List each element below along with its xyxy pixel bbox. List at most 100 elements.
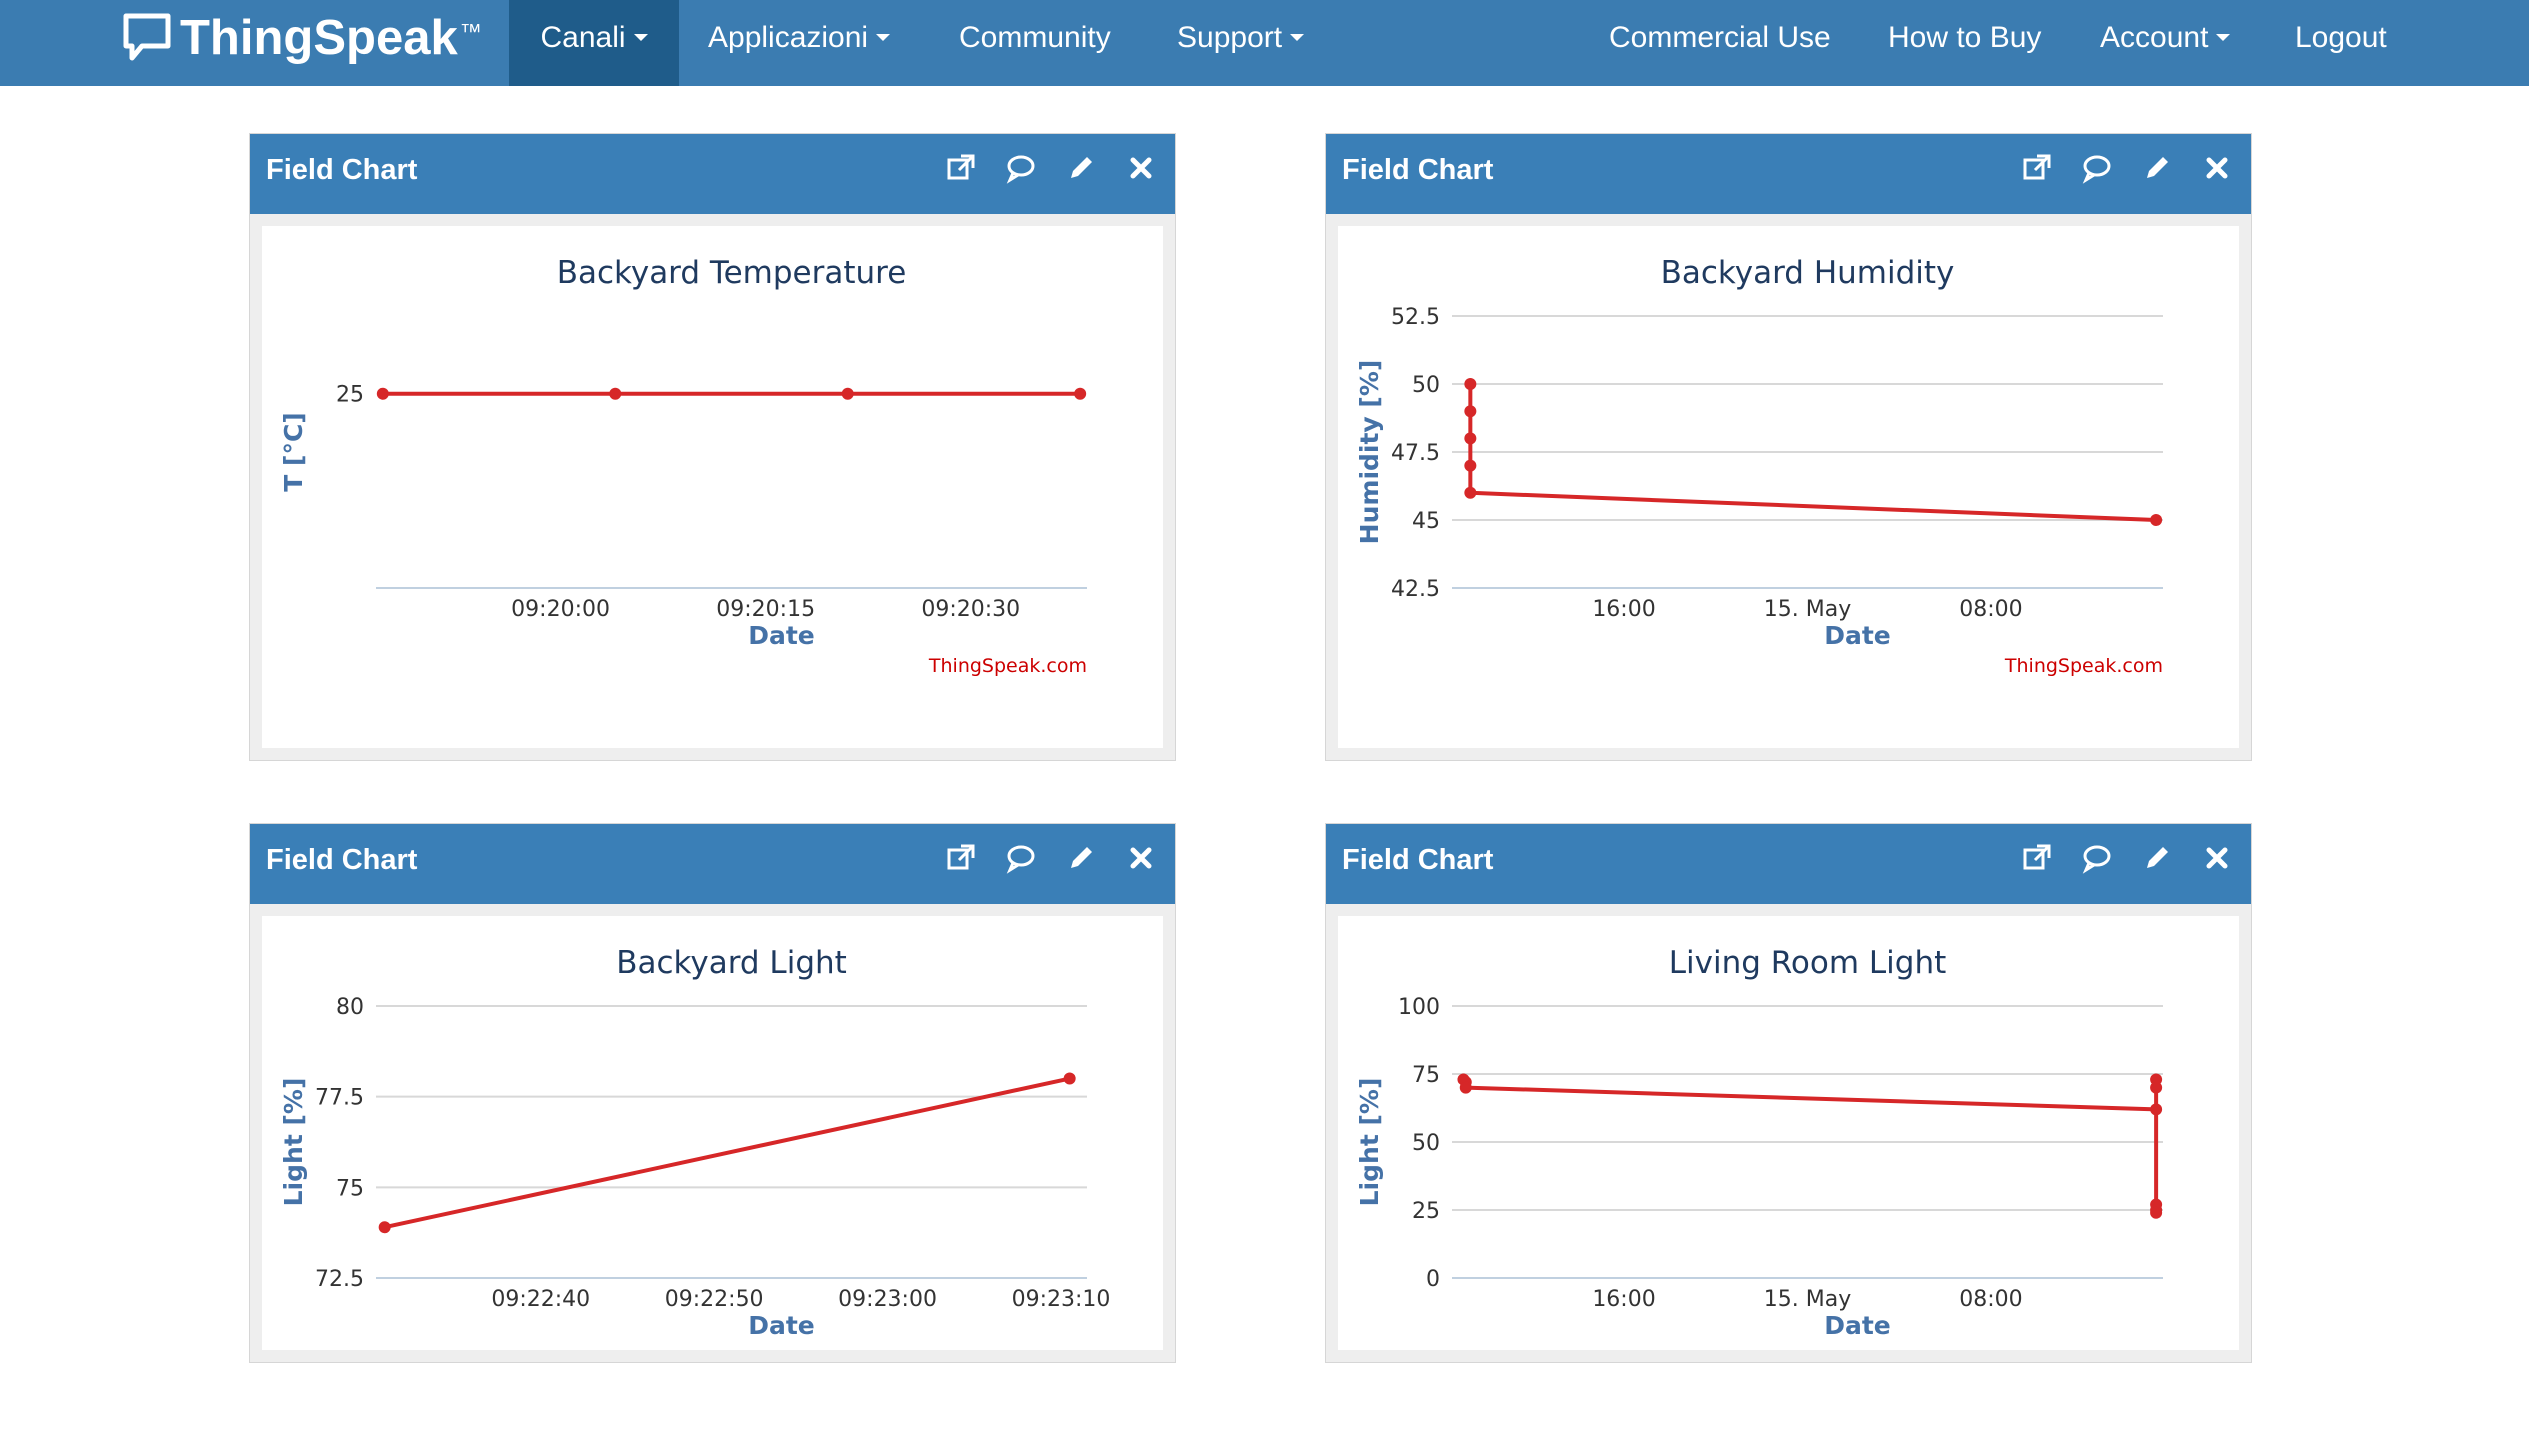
nav-support-label: Support: [1177, 21, 1283, 54]
external-link-icon[interactable]: [2021, 842, 2053, 874]
nav-community-link[interactable]: Community: [959, 0, 1111, 86]
top-navbar: ThingSpeak ™ Canali Applicazioni Communit…: [0, 0, 2529, 86]
panel-actions: [2021, 842, 2233, 874]
y-tick-label: 25: [1412, 1199, 1440, 1224]
data-point[interactable]: [1464, 378, 1477, 390]
panel-title: Field Chart: [1342, 844, 1494, 876]
chart-title: Backyard Temperature: [557, 255, 907, 291]
data-point[interactable]: [1459, 1081, 1472, 1094]
y-tick-label: 47.5: [1391, 441, 1440, 466]
x-axis-title: Date: [748, 1311, 815, 1340]
chart-area: Backyard Humidity 42.5 45 47.5 50 52.5 16:00 15…: [1338, 226, 2239, 748]
comment-icon[interactable]: [2081, 842, 2113, 874]
x-tick-label: 15. May: [1764, 597, 1851, 622]
edit-pencil-icon[interactable]: [2141, 152, 2173, 184]
comment-icon[interactable]: [1005, 152, 1037, 184]
nav-account-menu[interactable]: Account: [2100, 0, 2231, 86]
x-tick-label: 16:00: [1592, 1287, 1655, 1312]
nav-apps-menu[interactable]: Applicazioni: [708, 0, 891, 86]
nav-logout-link[interactable]: Logout: [2295, 0, 2387, 86]
data-point[interactable]: [1464, 432, 1477, 445]
backyard-humidity-chart[interactable]: Backyard Humidity 42.5 45 47.5 50 52.5 16:00 15…: [1338, 226, 2239, 748]
nav-how-to-buy-link[interactable]: How to Buy: [1888, 0, 2041, 86]
field-chart-panel-3: Field Chart Backyard Light 72.5 75 77.5 80 09…: [249, 823, 1176, 1363]
chevron-down-icon: [876, 33, 891, 41]
brand-name: ThingSpeak: [180, 11, 458, 65]
external-link-icon[interactable]: [2021, 152, 2053, 184]
series-line: [384, 1076, 1071, 1230]
external-link-icon[interactable]: [945, 842, 977, 874]
nav-commercial-use-label: Commercial Use: [1609, 21, 1831, 54]
y-axis-title: T [°C]: [279, 412, 308, 491]
x-axis-title: Date: [1824, 1311, 1891, 1340]
panel-title: Field Chart: [266, 154, 418, 186]
series-line: [1461, 1077, 2159, 1213]
living-room-light-chart[interactable]: Living Room Light 0 25 50 75 100 16:00 15. May 0…: [1338, 916, 2239, 1438]
x-tick-label: 16:00: [1592, 597, 1655, 622]
data-point[interactable]: [2150, 1073, 2163, 1086]
chart-title: Backyard Humidity: [1661, 255, 1955, 291]
data-point[interactable]: [1464, 486, 1477, 499]
external-link-icon[interactable]: [945, 152, 977, 184]
edit-pencil-icon[interactable]: [1065, 842, 1097, 874]
y-tick-label: 72.5: [315, 1267, 364, 1292]
field-chart-panel-2: Field Chart Backyard Humidity 42.5 45 47.5 5…: [1325, 133, 2252, 761]
y-tick-label: 45: [1412, 509, 1440, 534]
close-icon[interactable]: [2201, 152, 2233, 184]
y-tick-label: 77.5: [315, 1086, 364, 1111]
data-point[interactable]: [1464, 405, 1477, 418]
y-tick-label: 42.5: [1391, 577, 1440, 602]
data-point[interactable]: [1063, 1072, 1076, 1085]
x-tick-label: 15. May: [1764, 1287, 1851, 1312]
backyard-temperature-chart[interactable]: Backyard Temperature 25 09:20:00 09:20:15 09…: [262, 226, 1163, 748]
y-tick-label: 75: [336, 1176, 364, 1201]
thingspeak-credit-link[interactable]: ThingSpeak.com: [928, 655, 1087, 677]
x-tick-label: 09:23:10: [1012, 1287, 1111, 1312]
field-chart-panel-4: Field Chart Living Room Light 0 25 50 75 100 1…: [1325, 823, 2252, 1363]
nav-commercial-use-link[interactable]: Commercial Use: [1609, 0, 1831, 86]
panel-title: Field Chart: [1342, 154, 1494, 186]
close-icon[interactable]: [1125, 152, 1157, 184]
data-point[interactable]: [378, 1221, 391, 1234]
speech-bubble-logo-icon: [123, 13, 171, 61]
data-point[interactable]: [609, 387, 622, 400]
backyard-light-chart[interactable]: Backyard Light 72.5 75 77.5 80 09:22:40 09:22:…: [262, 916, 1163, 1438]
y-tick-label: 100: [1398, 995, 1440, 1020]
y-tick-label: 0: [1426, 1267, 1440, 1292]
panel-header: Field Chart: [1326, 824, 2251, 904]
nav-apps-label: Applicazioni: [708, 21, 869, 54]
close-icon[interactable]: [1125, 842, 1157, 874]
data-point[interactable]: [1074, 387, 1087, 400]
data-point[interactable]: [2150, 1103, 2163, 1116]
y-tick-label: 52.5: [1391, 305, 1440, 330]
x-tick-label: 09:22:50: [665, 1287, 764, 1312]
data-point[interactable]: [841, 387, 854, 400]
y-axis-title: Light [%]: [1355, 1078, 1384, 1207]
nav-how-to-buy-label: How to Buy: [1888, 21, 2042, 54]
data-point[interactable]: [2150, 1206, 2163, 1219]
x-axis-title: Date: [748, 621, 815, 650]
edit-pencil-icon[interactable]: [1065, 152, 1097, 184]
field-chart-panel-1: Field Chart Backyard Temperature 25 09:20:…: [249, 133, 1176, 761]
panel-actions: [2021, 152, 2233, 184]
panel-header: Field Chart: [250, 824, 1175, 904]
chart-title: Living Room Light: [1669, 945, 1947, 981]
brand-logo[interactable]: ThingSpeak ™: [122, 6, 482, 70]
data-point[interactable]: [1464, 459, 1477, 472]
data-point[interactable]: [376, 387, 389, 400]
x-tick-label: 09:20:15: [716, 597, 815, 622]
thingspeak-credit-link[interactable]: ThingSpeak.com: [2004, 655, 2163, 677]
edit-pencil-icon[interactable]: [2141, 842, 2173, 874]
x-axis-title: Date: [1824, 621, 1891, 650]
chevron-down-icon: [2216, 33, 2231, 41]
close-icon[interactable]: [2201, 842, 2233, 874]
data-point[interactable]: [2150, 514, 2163, 526]
nav-logout-label: Logout: [2295, 21, 2387, 54]
comment-icon[interactable]: [2081, 152, 2113, 184]
panel-actions: [945, 152, 1157, 184]
comment-icon[interactable]: [1005, 842, 1037, 874]
nav-support-menu[interactable]: Support: [1177, 0, 1305, 86]
nav-channels-menu[interactable]: Canali: [509, 0, 679, 86]
y-tick-label: 80: [336, 995, 364, 1020]
y-tick-label: 75: [1412, 1063, 1440, 1088]
